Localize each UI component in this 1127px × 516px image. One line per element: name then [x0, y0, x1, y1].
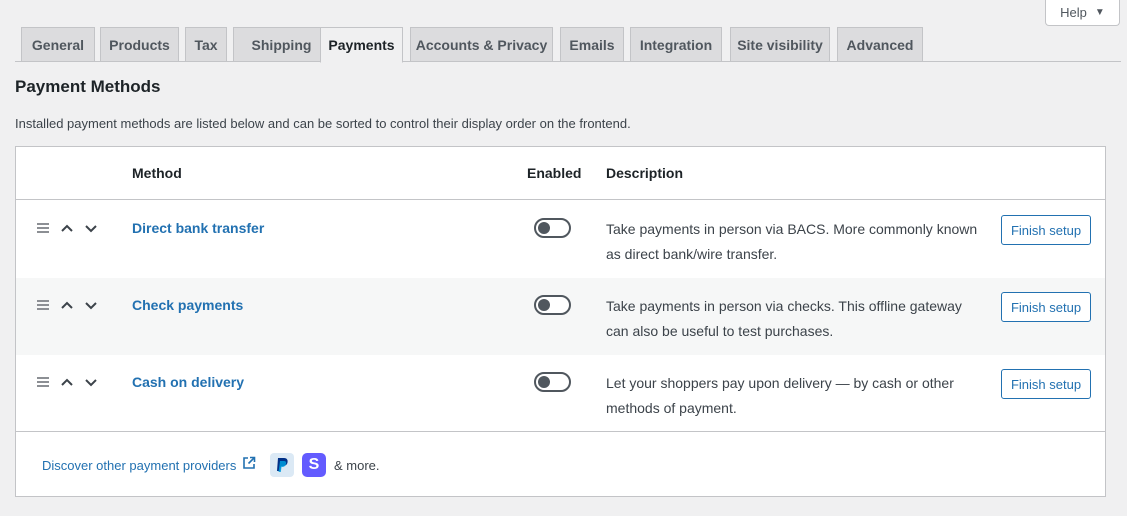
table-header: Method Enabled Description: [16, 147, 1105, 200]
tab-label: Site visibility: [737, 36, 823, 53]
move-up-icon[interactable]: [59, 220, 75, 236]
method-link-direct-bank-transfer[interactable]: Direct bank transfer: [132, 220, 264, 236]
caret-down-icon: ▼: [1094, 7, 1105, 18]
enabled-toggle[interactable]: [534, 218, 571, 238]
drag-handle-icon[interactable]: [37, 377, 49, 387]
table-row: Check payments Take payments in person v…: [16, 278, 1105, 355]
table-footer: Discover other payment providers S & mor…: [16, 431, 1105, 497]
page-title: Payment Methods: [15, 77, 161, 96]
description-line: methods of payment.: [606, 400, 737, 416]
move-up-icon[interactable]: [59, 374, 75, 390]
stripe-logo-icon: S: [302, 453, 326, 477]
move-down-icon[interactable]: [83, 220, 99, 236]
discover-payment-providers-link[interactable]: Discover other payment providers: [42, 458, 236, 473]
tab-general[interactable]: General: [21, 27, 95, 62]
tab-label: Integration: [639, 36, 713, 53]
description-line: can also be useful to test purchases.: [606, 323, 834, 339]
tab-label: General: [31, 36, 85, 53]
drag-handle-icon[interactable]: [37, 300, 49, 310]
payment-methods-table: Method Enabled Description Direct bank t…: [15, 146, 1106, 497]
move-down-icon[interactable]: [83, 374, 99, 390]
external-link-icon[interactable]: [242, 456, 256, 470]
method-link-check-payments[interactable]: Check payments: [132, 297, 243, 313]
tab-emails[interactable]: Emails: [560, 27, 624, 62]
paypal-logo-icon: [270, 453, 294, 477]
tab-tax[interactable]: Tax: [185, 27, 227, 62]
description-line: Let your shoppers pay upon delivery — by…: [606, 375, 954, 391]
table-row: Direct bank transfer Take payments in pe…: [16, 201, 1105, 278]
method-link-cash-on-delivery[interactable]: Cash on delivery: [132, 374, 244, 390]
method-description: Take payments in person via checks. This…: [606, 294, 986, 344]
description-line: as direct bank/wire transfer.: [606, 246, 778, 262]
finish-setup-button[interactable]: Finish setup: [1001, 292, 1091, 322]
tab-label: Products: [109, 36, 170, 53]
tab-label: Emails: [569, 36, 615, 53]
enabled-toggle[interactable]: [534, 372, 571, 392]
drag-handle-icon[interactable]: [37, 223, 49, 233]
tab-integration[interactable]: Integration: [630, 27, 722, 62]
page-description: Installed payment methods are listed bel…: [15, 116, 631, 131]
column-header-description: Description: [606, 165, 684, 181]
move-up-icon[interactable]: [59, 297, 75, 313]
finish-setup-button[interactable]: Finish setup: [1001, 369, 1091, 399]
tab-label: Advanced: [846, 36, 914, 53]
tab-label: Accounts & Privacy: [415, 36, 548, 53]
tab-advanced[interactable]: Advanced: [837, 27, 923, 62]
help-label: Help: [1060, 5, 1087, 20]
move-down-icon[interactable]: [83, 297, 99, 313]
tab-label: Tax: [194, 36, 218, 53]
method-description: Take payments in person via BACS. More c…: [606, 217, 986, 267]
tab-payments[interactable]: Payments: [320, 27, 403, 63]
tab-products[interactable]: Products: [100, 27, 179, 62]
column-header-method: Method: [132, 165, 182, 181]
method-description: Let your shoppers pay upon delivery — by…: [606, 371, 986, 421]
tab-label: Payments: [328, 37, 395, 53]
finish-setup-button[interactable]: Finish setup: [1001, 215, 1091, 245]
description-line: Take payments in person via checks. This…: [606, 298, 962, 314]
help-button[interactable]: Help ▼: [1045, 0, 1120, 26]
more-providers-text: & more.: [334, 458, 380, 473]
tab-label: Shipping: [251, 36, 312, 53]
description-line: Take payments in person via BACS. More c…: [606, 221, 978, 237]
tab-accounts-privacy[interactable]: Accounts & Privacy: [410, 27, 553, 62]
tab-shipping[interactable]: Shipping: [233, 27, 330, 62]
table-row: Cash on delivery Let your shoppers pay u…: [16, 355, 1105, 432]
settings-tabs: General Products Tax Shipping Payments A…: [15, 27, 1121, 63]
column-header-enabled: Enabled: [527, 165, 582, 181]
tab-site-visibility[interactable]: Site visibility: [730, 27, 830, 62]
enabled-toggle[interactable]: [534, 295, 571, 315]
